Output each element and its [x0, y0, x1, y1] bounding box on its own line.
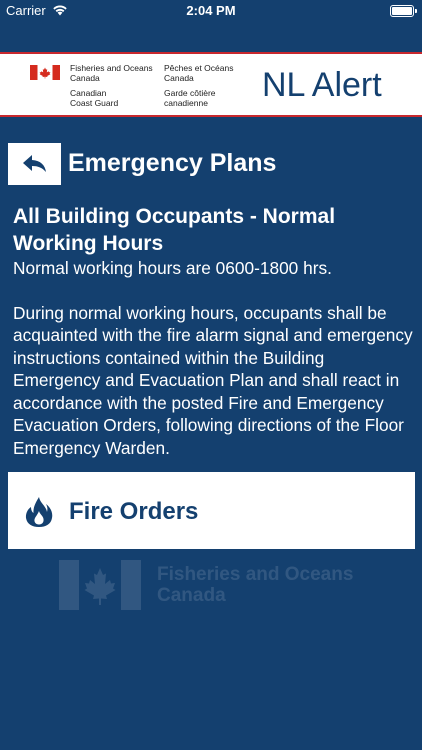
dept-name-en-line1: Fisheries and Oceans	[70, 63, 153, 73]
watermark-line2: Canada	[157, 585, 226, 606]
plan-heading: All Building Occupants - Normal Working …	[13, 205, 336, 255]
dept-name-fr-line1: Pêches et Océans	[164, 63, 234, 73]
app-title: NL Alert	[262, 66, 382, 104]
watermark-text: Fisheries and Oceans Canada	[157, 564, 353, 606]
clock: 2:04 PM	[186, 3, 236, 18]
status-bar: Carrier 2:04 PM	[0, 0, 422, 22]
watermark-flag-icon	[59, 560, 141, 610]
fire-icon	[25, 497, 53, 527]
coast-guard-en: Canadian Coast Guard	[70, 88, 118, 108]
plan-content: All Building Occupants - Normal Working …	[13, 203, 413, 459]
dept-name-fr: Pêches et Océans Canada	[164, 63, 233, 83]
battery-icon	[390, 5, 417, 17]
back-button[interactable]	[8, 143, 61, 185]
fire-orders-label: Fire Orders	[69, 498, 199, 525]
canada-flag-icon	[30, 65, 60, 80]
fire-orders-button[interactable]: Fire Orders	[8, 472, 415, 549]
page-title: Emergency Plans	[68, 149, 277, 177]
dept-name-fr-line2: Canada	[164, 73, 194, 83]
dept-name-en: Fisheries and Oceans Canada	[70, 63, 153, 83]
header-banner: Fisheries and Oceans Canada Pêches et Oc…	[0, 52, 422, 117]
plan-body: During normal working hours, occupants s…	[13, 302, 413, 458]
coast-guard-fr-line1: Garde côtière	[164, 88, 216, 98]
plan-intro: Normal working hours are 0600-1800 hrs.	[13, 258, 332, 278]
back-arrow-icon	[22, 155, 46, 172]
watermark-logo: Fisheries and Oceans Canada	[59, 560, 379, 612]
coast-guard-en-line1: Canadian	[70, 88, 107, 98]
watermark-line1: Fisheries and Oceans	[157, 564, 354, 585]
coast-guard-fr-line2: canadienne	[164, 98, 208, 108]
coast-guard-fr: Garde côtière canadienne	[164, 88, 216, 108]
coast-guard-en-line2: Coast Guard	[70, 98, 119, 108]
dept-name-en-line2: Canada	[70, 73, 100, 83]
